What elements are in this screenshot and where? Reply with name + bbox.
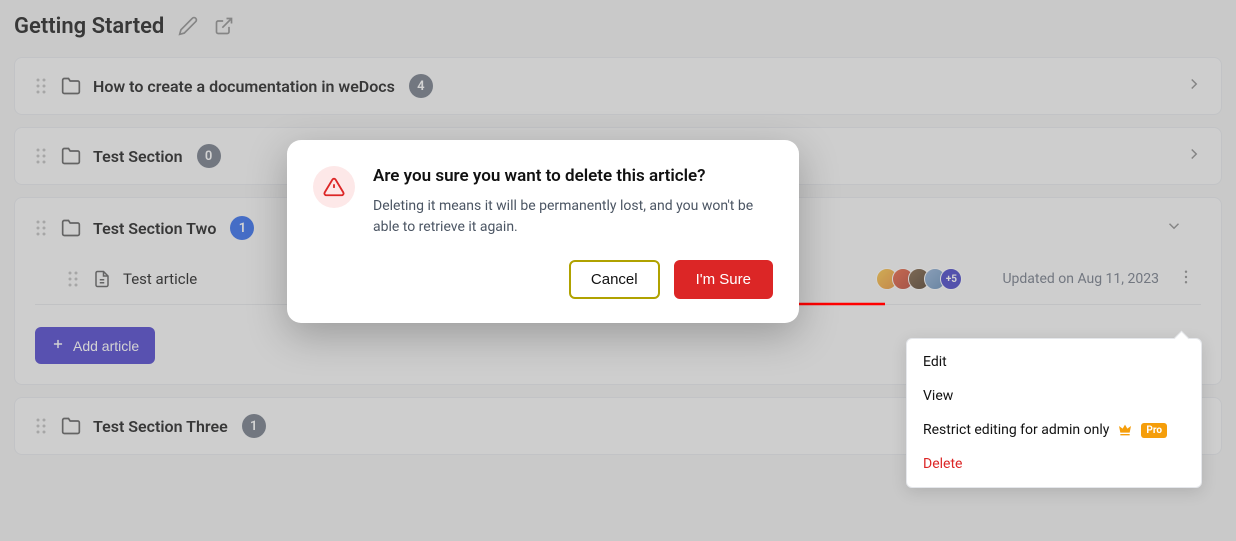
- section-title: Test Section: [93, 147, 183, 166]
- document-icon: [93, 270, 111, 288]
- folder-icon: [61, 218, 81, 238]
- count-badge: 4: [409, 74, 433, 98]
- plus-icon: [51, 337, 65, 354]
- menu-edit[interactable]: Edit: [907, 345, 1201, 379]
- section-title: Test Section Three: [93, 417, 228, 436]
- folder-icon: [61, 76, 81, 96]
- folder-icon: [61, 416, 81, 436]
- count-badge: 1: [242, 414, 266, 438]
- menu-restrict-label: Restrict editing for admin only: [923, 422, 1109, 438]
- updated-date: Updated on Aug 11, 2023: [1002, 271, 1159, 287]
- page-title: Getting Started: [14, 14, 164, 39]
- menu-delete[interactable]: Delete: [907, 447, 1201, 481]
- add-article-label: Add article: [73, 338, 139, 354]
- menu-restrict[interactable]: Restrict editing for admin only Pro: [907, 413, 1201, 447]
- chevron-right-icon[interactable]: [1185, 75, 1203, 97]
- count-badge: 1: [230, 216, 254, 240]
- pro-badge: Pro: [1141, 423, 1167, 438]
- avatar-more[interactable]: +5: [940, 268, 962, 290]
- dialog-text: Deleting it means it will be permanently…: [373, 196, 773, 238]
- cancel-button[interactable]: Cancel: [569, 260, 660, 299]
- more-options-icon[interactable]: [1177, 268, 1195, 290]
- warning-icon: [313, 166, 355, 208]
- chevron-right-icon[interactable]: [1185, 145, 1203, 167]
- drag-handle-icon[interactable]: [35, 219, 47, 237]
- context-menu: Edit View Restrict editing for admin onl…: [906, 338, 1202, 488]
- article-title: Test article: [123, 270, 197, 288]
- confirm-dialog: Are you sure you want to delete this art…: [287, 140, 799, 323]
- count-badge: 0: [197, 144, 221, 168]
- drag-handle-icon[interactable]: [35, 147, 47, 165]
- drag-handle-icon[interactable]: [35, 77, 47, 95]
- dialog-title: Are you sure you want to delete this art…: [373, 166, 773, 186]
- crown-icon: [1117, 422, 1133, 438]
- folder-icon: [61, 146, 81, 166]
- avatar-stack[interactable]: +5: [882, 268, 962, 290]
- drag-handle-icon[interactable]: [67, 270, 79, 288]
- drag-handle-icon[interactable]: [35, 417, 47, 435]
- add-article-button[interactable]: Add article: [35, 327, 155, 364]
- chevron-down-icon[interactable]: [1165, 217, 1183, 239]
- external-link-icon[interactable]: [214, 16, 236, 38]
- section-title: Test Section Two: [93, 219, 216, 238]
- page-header: Getting Started: [14, 14, 1222, 39]
- edit-title-icon[interactable]: [178, 16, 200, 38]
- menu-view[interactable]: View: [907, 379, 1201, 413]
- confirm-button[interactable]: I'm Sure: [674, 260, 773, 299]
- section-row[interactable]: How to create a documentation in weDocs …: [14, 57, 1222, 115]
- section-title: How to create a documentation in weDocs: [93, 77, 395, 96]
